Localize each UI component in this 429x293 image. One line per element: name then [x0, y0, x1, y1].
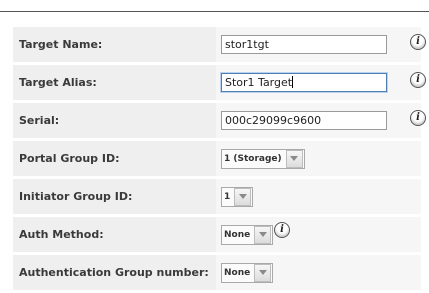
initiator-group-id-select[interactable]: 1	[221, 186, 254, 207]
auth-method-cell: None i	[216, 217, 421, 255]
initiator-group-id-value: 1	[224, 191, 231, 202]
auth-method-value: None	[224, 229, 251, 240]
portal-group-id-select[interactable]: 1 (Storage)	[221, 148, 305, 169]
chevron-down-icon[interactable]	[254, 225, 272, 244]
serial-label: Serial:	[13, 103, 216, 141]
info-icon[interactable]: i	[410, 110, 426, 126]
target-name-input[interactable]: stor1tgt	[221, 35, 387, 54]
target-alias-input[interactable]: Stor1 Target	[221, 73, 387, 92]
chevron-down-icon[interactable]	[254, 263, 272, 282]
target-alias-value: Stor1 Target	[225, 76, 293, 89]
top-divider	[0, 11, 429, 12]
portal-group-id-value: 1 (Storage)	[224, 153, 282, 164]
authentication-group-number-label: Authentication Group number:	[13, 255, 216, 293]
chevron-down-icon[interactable]	[234, 187, 252, 206]
form-row-serial: Serial: 000c29099c9600 i	[13, 103, 426, 141]
portal-group-id-cell: 1 (Storage)	[216, 141, 421, 179]
target-alias-label: Target Alias:	[13, 65, 216, 103]
form-row-target-alias: Target Alias: Stor1 Target i	[13, 65, 426, 103]
initiator-group-id-cell: 1	[216, 179, 421, 217]
serial-input[interactable]: 000c29099c9600	[221, 111, 387, 130]
initiator-group-id-label: Initiator Group ID:	[13, 179, 216, 217]
auth-method-label: Auth Method:	[13, 217, 216, 255]
text-caret	[292, 76, 294, 88]
auth-method-select[interactable]: None	[221, 224, 274, 245]
target-name-cell: stor1tgt i	[216, 27, 426, 65]
info-icon[interactable]: i	[410, 34, 426, 50]
portal-group-id-label: Portal Group ID:	[13, 141, 216, 179]
authentication-group-number-value: None	[224, 267, 251, 278]
form-row-portal-group: Portal Group ID: 1 (Storage)	[13, 141, 421, 179]
target-settings-form: Target Name: stor1tgt i Target Alias: St…	[13, 27, 426, 293]
form-row-auth-method: Auth Method: None i	[13, 217, 421, 255]
target-name-label: Target Name:	[13, 27, 216, 65]
serial-cell: 000c29099c9600 i	[216, 103, 426, 141]
info-icon[interactable]: i	[274, 222, 290, 238]
target-alias-cell: Stor1 Target i	[216, 65, 426, 103]
info-icon[interactable]: i	[410, 72, 426, 88]
chevron-down-icon[interactable]	[285, 149, 303, 168]
authentication-group-number-cell: None	[216, 255, 421, 293]
form-row-initiator-group: Initiator Group ID: 1	[13, 179, 421, 217]
form-row-target-name: Target Name: stor1tgt i	[13, 27, 426, 65]
authentication-group-number-select[interactable]: None	[221, 262, 274, 283]
form-row-auth-group: Authentication Group number: None	[13, 255, 421, 293]
